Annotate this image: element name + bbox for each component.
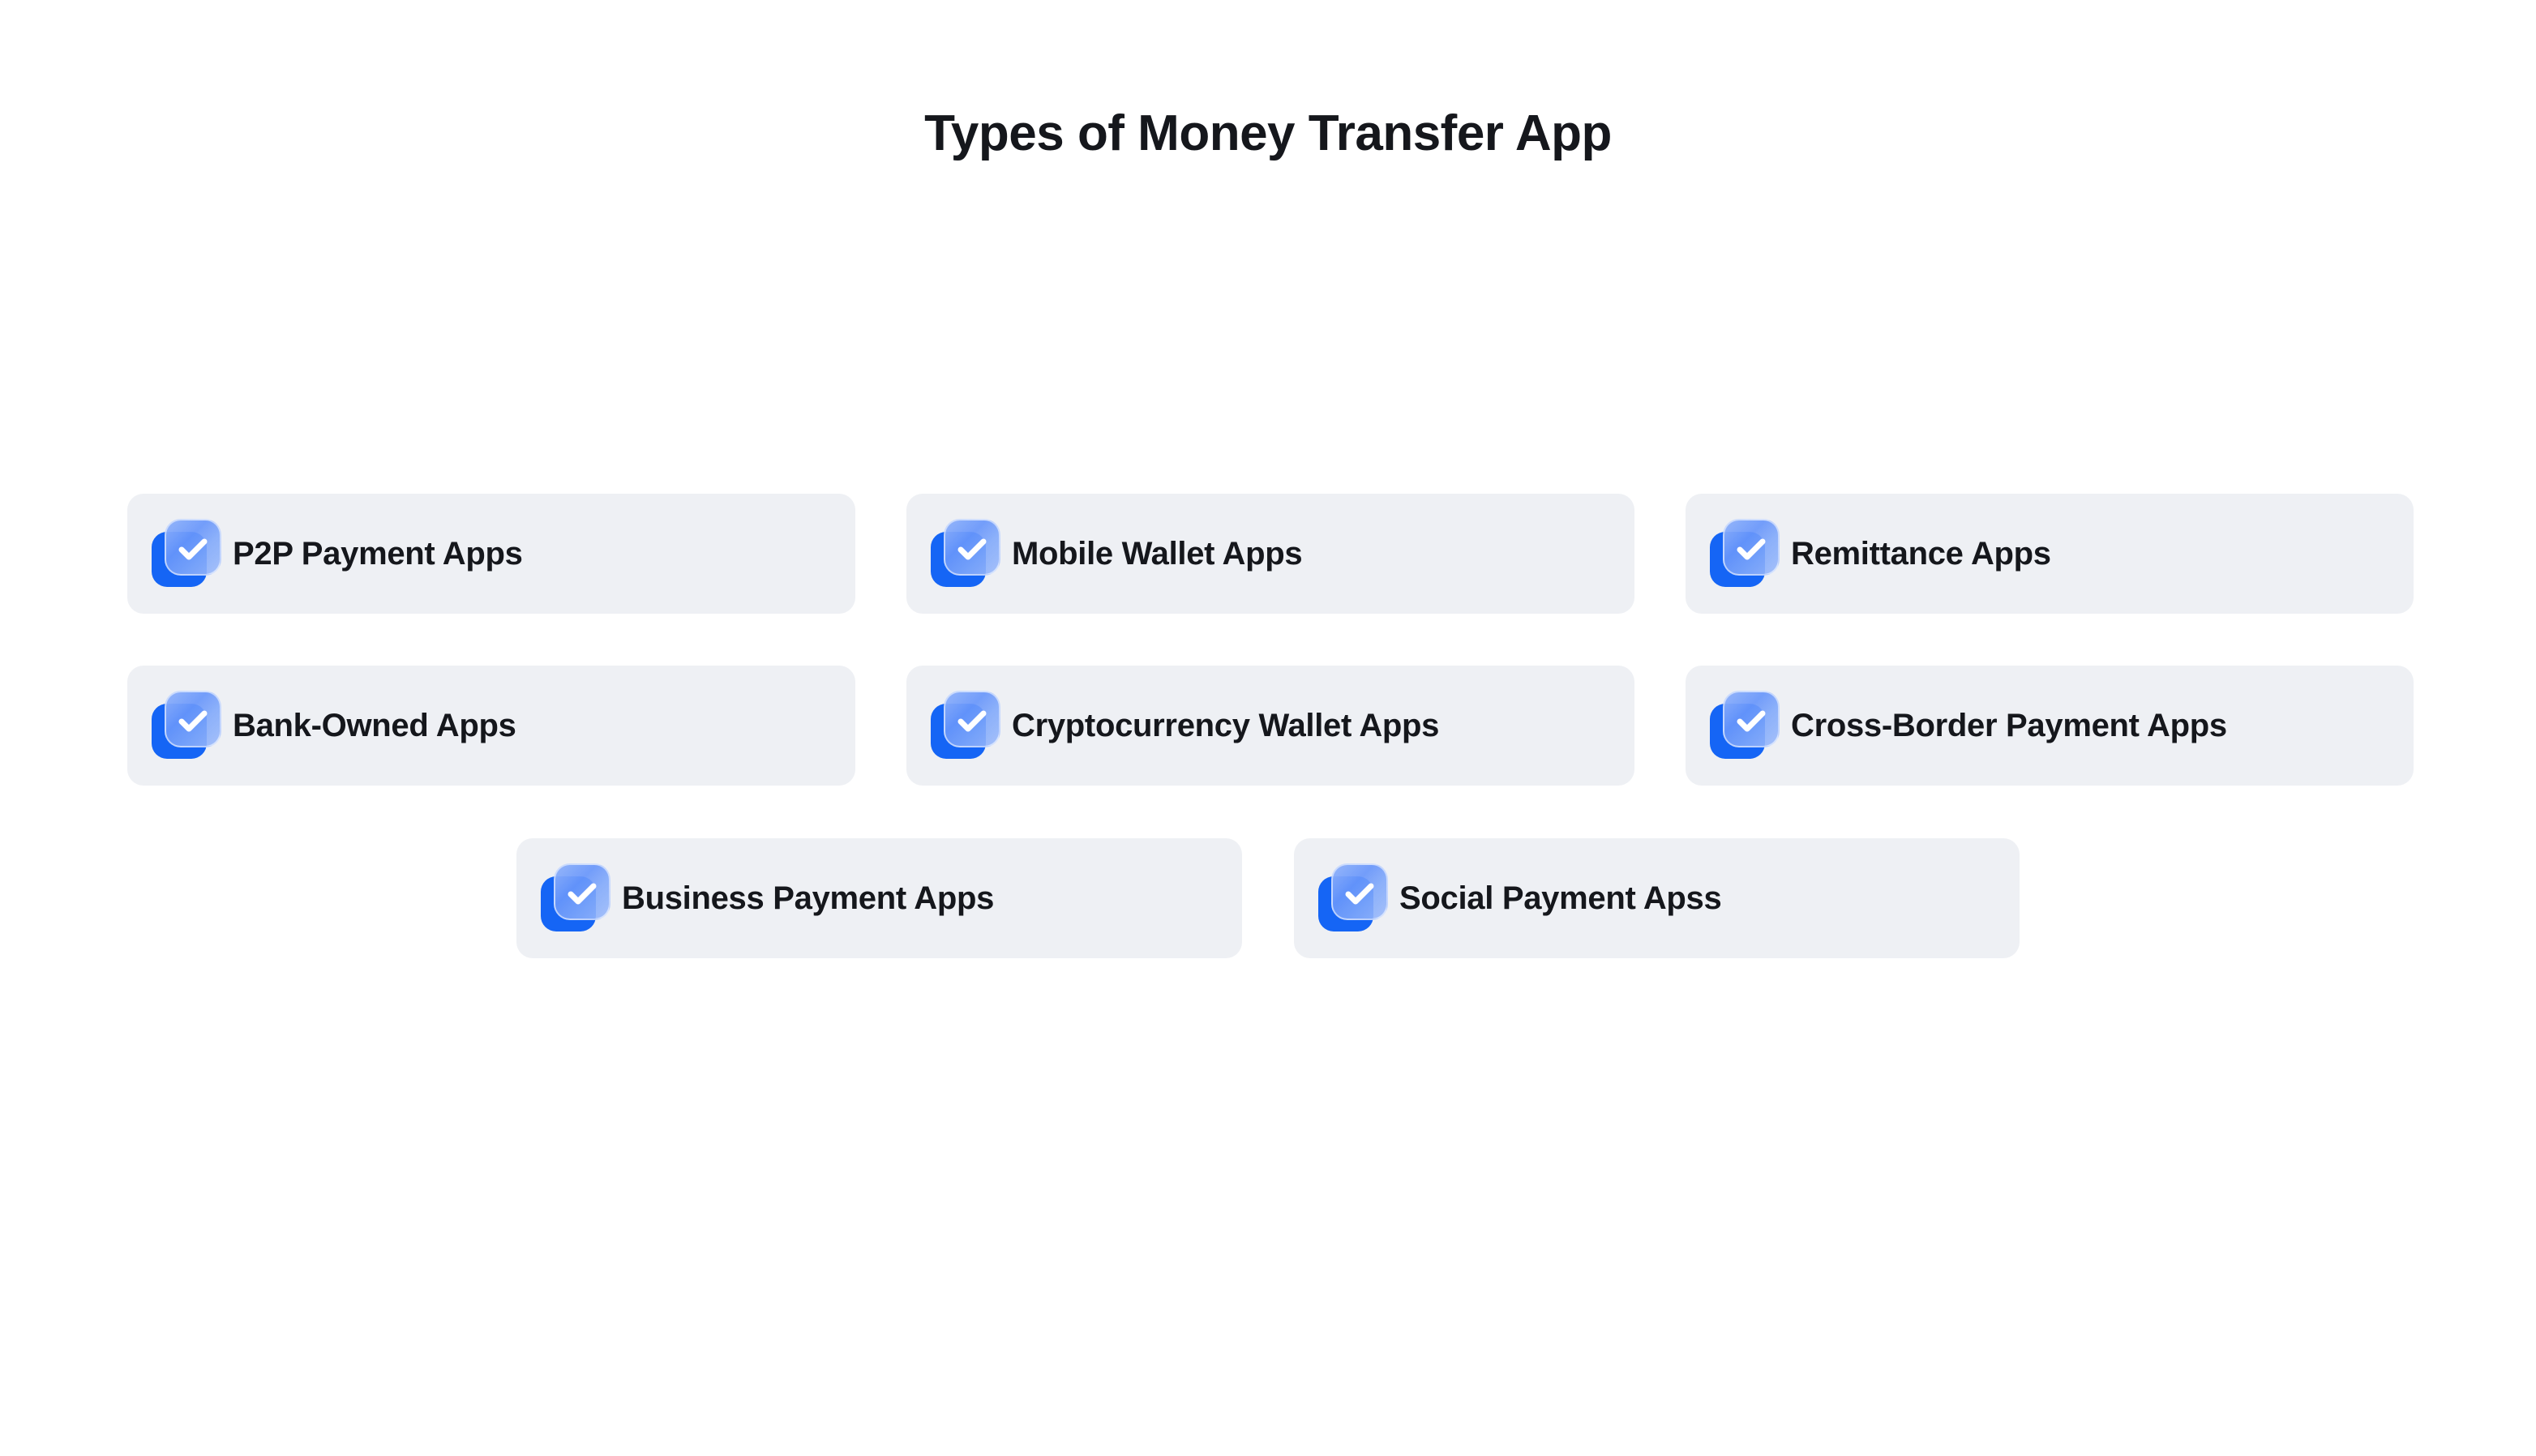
card-label: Cryptocurrency Wallet Apps bbox=[1012, 708, 1440, 743]
checkbox-stack-icon bbox=[931, 519, 1000, 589]
card-label: Mobile Wallet Apps bbox=[1012, 536, 1303, 572]
check-icon bbox=[568, 883, 597, 905]
card-label: Cross-Border Payment Apps bbox=[1791, 708, 2227, 743]
check-icon bbox=[1345, 883, 1374, 905]
card-label: Business Payment Apps bbox=[622, 880, 995, 916]
checkbox-stack-icon bbox=[931, 691, 1000, 760]
card-row-3: Business Payment Apps Social Payment Aps… bbox=[516, 838, 2020, 958]
checkbox-stack-icon bbox=[541, 863, 610, 933]
card-label: Remittance Apps bbox=[1791, 536, 2051, 572]
card-row-2: Bank-Owned Apps Cryptocurrency Wallet Ap… bbox=[127, 666, 2414, 786]
card-mobile-wallet-apps[interactable]: Mobile Wallet Apps bbox=[906, 494, 1634, 614]
card-cryptocurrency-wallet-apps[interactable]: Cryptocurrency Wallet Apps bbox=[906, 666, 1634, 786]
card-label: Social Payment Apss bbox=[1399, 880, 1722, 916]
checkbox-stack-icon bbox=[1710, 691, 1780, 760]
card-business-payment-apps[interactable]: Business Payment Apps bbox=[516, 838, 1242, 958]
card-cross-border-payment-apps[interactable]: Cross-Border Payment Apps bbox=[1686, 666, 2414, 786]
card-label: Bank-Owned Apps bbox=[233, 708, 516, 743]
checkbox-stack-icon bbox=[1710, 519, 1780, 589]
check-icon bbox=[178, 710, 208, 732]
check-icon bbox=[957, 538, 987, 560]
check-icon bbox=[1737, 710, 1766, 732]
check-icon bbox=[1737, 538, 1766, 560]
checkbox-stack-icon bbox=[1318, 863, 1388, 933]
money-transfer-app-types-grid: P2P Payment Apps Mobile Wallet Apps Remi… bbox=[0, 0, 2536, 1456]
card-label: P2P Payment Apps bbox=[233, 536, 523, 572]
checkbox-stack-icon bbox=[152, 691, 221, 760]
card-p2p-payment-apps[interactable]: P2P Payment Apps bbox=[127, 494, 855, 614]
card-social-payment-apps[interactable]: Social Payment Apss bbox=[1294, 838, 2020, 958]
check-icon bbox=[178, 538, 208, 560]
infographic-canvas: Types of Money Transfer App P2P Payment … bbox=[0, 0, 2536, 1456]
checkbox-stack-icon bbox=[152, 519, 221, 589]
check-icon bbox=[957, 710, 987, 732]
card-bank-owned-apps[interactable]: Bank-Owned Apps bbox=[127, 666, 855, 786]
card-remittance-apps[interactable]: Remittance Apps bbox=[1686, 494, 2414, 614]
card-row-1: P2P Payment Apps Mobile Wallet Apps Remi… bbox=[127, 494, 2414, 614]
